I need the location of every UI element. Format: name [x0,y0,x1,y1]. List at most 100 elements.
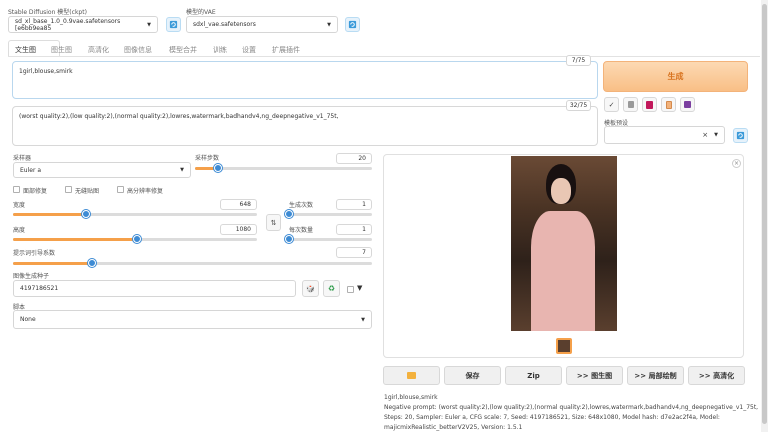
width-slider-thumb[interactable] [82,210,91,218]
positive-prompt-input[interactable]: 1girl,blouse,smirk [12,61,598,99]
refresh-icon [348,20,357,29]
send-to-img2img-button[interactable]: >> 图生图 [566,366,623,385]
generated-image[interactable] [511,156,617,331]
refresh-icon [736,131,745,140]
face-shape [551,178,571,204]
read-params-button[interactable]: ✓ [604,97,619,112]
cfg-slider-fill [13,262,92,265]
tiling-label: 无缝贴图 [75,188,100,195]
vae-select[interactable]: sdxl_vae.safetensors ▼ [186,16,338,33]
recycle-icon: ♻ [327,284,336,293]
hires-fix-label: 高分辨率修复 [127,188,164,195]
page-scrollbar[interactable] [761,0,768,432]
dropdown-icon: ▼ [180,167,184,173]
cfg-slider[interactable] [13,259,372,267]
dropdown-icon: ▼ [327,21,331,28]
width-slider[interactable] [13,210,257,218]
positive-token-counter: 7/75 [566,55,591,66]
tab-settings[interactable]: 设置 [242,45,256,55]
info-prompt: 1girl,blouse,smirk [384,394,438,401]
height-label: 高度 [13,227,26,234]
script-value: None [20,316,36,323]
scrollbar-thumb[interactable] [762,4,767,424]
clipboard-icon [665,100,672,109]
ckpt-value: sd_xl_base_1.0_0.9vae.safetensors [e6bb9… [15,17,121,32]
seed-input[interactable]: 4197186521 [13,280,296,297]
clear-icon: × [702,131,709,139]
width-input[interactable]: 648 [220,199,257,210]
refresh-vae-button[interactable] [345,17,360,32]
refresh-ckpt-button[interactable] [166,17,181,32]
batch-size-slider[interactable] [285,235,372,243]
height-slider-thumb[interactable] [133,235,142,243]
batch-count-slider[interactable] [285,210,372,218]
tab-train[interactable]: 训练 [213,45,227,55]
info-model: majicmixRealistic_betterV2V25, Version: … [384,424,523,431]
negative-token-counter: 32/75 [566,100,591,111]
hires-fix-checkbox[interactable] [117,186,124,193]
refresh-icon [169,20,178,29]
sampler-select[interactable]: Euler a ▼ [13,162,191,178]
check-icon: ✓ [608,100,615,109]
restore-faces-label: 面部修复 [23,188,48,195]
batch-size-label: 每次数量 [289,227,314,234]
open-folder-button[interactable] [383,366,440,385]
ckpt-label: Stable Diffusion 模型(ckpt) [8,9,87,16]
refresh-styles-button[interactable] [733,128,748,143]
floppy-disk-icon [684,101,691,108]
tab-img2img[interactable]: 图生图 [51,45,72,55]
script-select[interactable]: None ▼ [13,310,372,329]
styles-select[interactable]: × ▼ [604,126,725,144]
send-to-extras-button[interactable]: >> 高清化 [688,366,745,385]
steps-input[interactable]: 20 [336,153,372,164]
tab-extensions[interactable]: 扩展插件 [272,45,300,55]
apply-style-button[interactable] [661,97,676,112]
generate-button[interactable]: 生成 [603,61,748,92]
trash-icon [627,101,634,108]
height-slider[interactable] [13,235,257,243]
positive-prompt-text: 1girl,blouse,smirk [19,68,73,75]
steps-slider-thumb[interactable] [214,164,222,172]
close-icon[interactable]: × [732,159,741,168]
tab-txt2img[interactable]: 文生图 [15,45,36,55]
negative-prompt-input[interactable]: (worst quality:2),(low quality:2),(norma… [12,106,598,146]
cfg-label: 提示词引导系数 [13,250,56,257]
tiling-checkbox[interactable] [65,186,72,193]
batch-size-input[interactable]: 1 [336,224,372,235]
width-slider-fill [13,213,87,216]
swap-dimensions-button[interactable]: ⇅ [266,214,281,231]
batch-count-input[interactable]: 1 [336,199,372,210]
restore-faces-checkbox[interactable] [13,186,20,193]
seed-label: 图像生成种子 [13,273,50,280]
tab-extras[interactable]: 高清化 [88,45,109,55]
random-seed-button[interactable]: 🎲 [302,280,319,297]
info-params: Steps: 20, Sampler: Euler a, CFG scale: … [384,414,720,421]
steps-label: 采样步数 [195,155,220,162]
cfg-slider-thumb[interactable] [87,259,96,267]
cfg-input[interactable]: 7 [336,247,372,258]
height-slider-fill [13,238,138,241]
clear-prompt-button[interactable] [623,97,638,112]
batch-count-slider-thumb[interactable] [285,210,293,218]
steps-slider[interactable] [195,164,372,172]
send-to-inpaint-button[interactable]: >> 局部绘制 [627,366,684,385]
height-input[interactable]: 1080 [220,224,257,235]
card-icon [646,100,653,109]
batch-count-label: 生成次数 [289,202,314,209]
batch-size-slider-thumb[interactable] [285,235,293,243]
reuse-seed-button[interactable]: ♻ [323,280,340,297]
tab-png-info[interactable]: 图像信息 [124,45,152,55]
extra-seed-toggle-icon[interactable]: ▼ [357,284,362,292]
image-thumbnail[interactable] [556,338,572,354]
zip-button[interactable]: Zip [505,366,562,385]
ckpt-select[interactable]: sd_xl_base_1.0_0.9vae.safetensors [e6bb9… [8,16,158,33]
dice-icon: 🎲 [306,284,315,293]
seed-value: 4197186521 [20,285,59,292]
extra-seed-checkbox[interactable] [347,286,354,293]
save-style-button[interactable] [680,97,695,112]
tab-checkpoint-merger[interactable]: 模型合并 [169,45,197,55]
folder-icon [407,372,416,379]
vae-label: 模型的VAE [186,9,216,16]
extra-networks-button[interactable] [642,97,657,112]
save-button[interactable]: 保存 [444,366,501,385]
